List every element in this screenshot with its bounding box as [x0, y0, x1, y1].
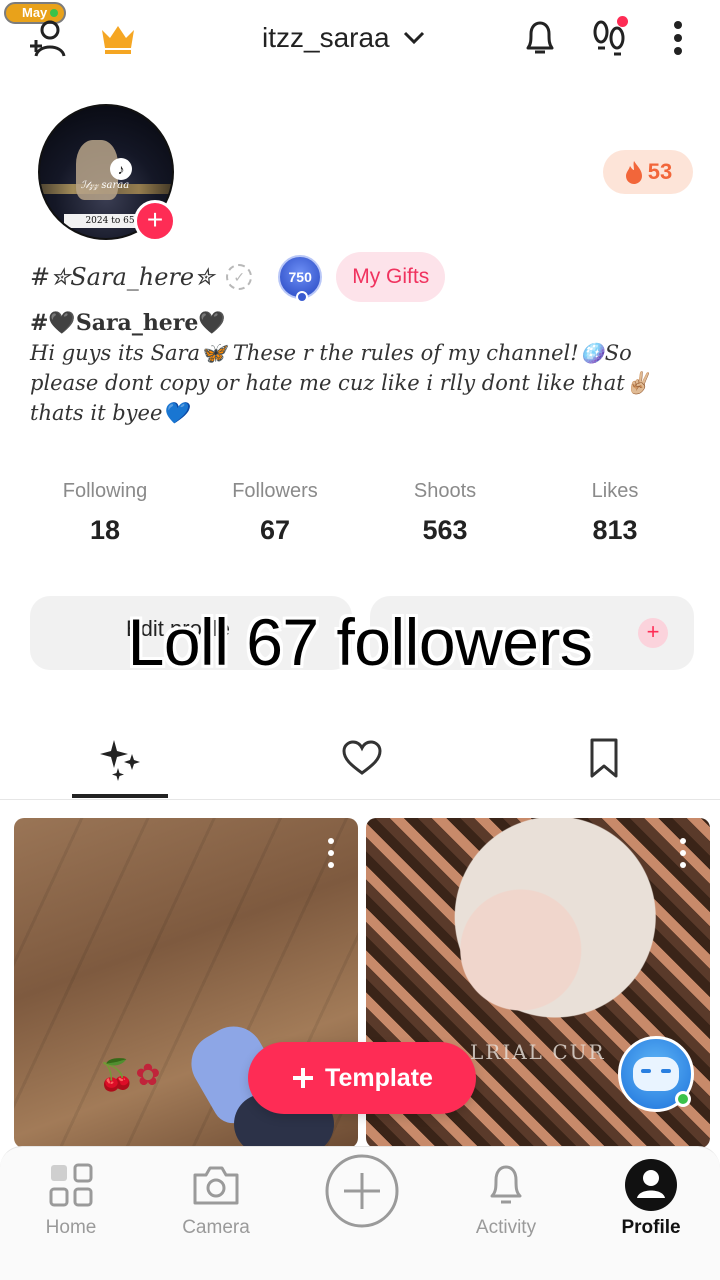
footprints-icon[interactable]: [586, 14, 634, 62]
online-dot: [675, 1091, 691, 1107]
nav-label: Camera: [182, 1217, 250, 1238]
stats-row: Following 18 Followers 67 Shoots 563 Lik…: [20, 480, 700, 560]
tab-liked[interactable]: [314, 728, 410, 788]
notification-dot: [617, 16, 628, 27]
stat-label: Shoots: [413, 480, 477, 502]
stat-value: 813: [592, 515, 638, 545]
cherry-sticker-icon: 🍒✿: [98, 1059, 161, 1092]
flame-icon: [625, 161, 642, 184]
my-gifts-button[interactable]: My Gifts: [336, 252, 446, 302]
plus-circle-icon: [325, 1154, 399, 1228]
nav-label: Activity: [475, 1217, 537, 1238]
stat-label: Following: [62, 480, 148, 502]
nickname: #✮Sara_here✮: [30, 263, 215, 291]
add-story-button[interactable]: +: [134, 200, 176, 242]
stat-value: 563: [422, 515, 468, 545]
username: itzz_saraa: [262, 22, 390, 53]
stat-likes[interactable]: Likes 813: [530, 480, 700, 560]
grid-icon: [49, 1163, 93, 1207]
bio-text: Hi guys its Sara🦋 These r the rules of m…: [30, 341, 651, 425]
nav-label: Home: [45, 1217, 97, 1238]
level-badge[interactable]: 750: [278, 255, 323, 303]
nav-camera[interactable]: Camera: [156, 1157, 276, 1247]
template-button[interactable]: Template: [248, 1042, 476, 1114]
thumbnail-text: LRIAL CUR: [470, 1040, 606, 1064]
chevron-down-icon: [403, 31, 424, 45]
profile-screen: May itzz_saraa ♪ ℐ𝓉𝓏𝓏 saraa 2024 to 65 +…: [0, 0, 720, 1280]
crown-icon[interactable]: [94, 14, 142, 62]
template-label: Template: [325, 1063, 433, 1092]
streak-count: 53: [647, 159, 673, 184]
nav-home[interactable]: Home: [11, 1157, 131, 1247]
stat-label: Likes: [591, 480, 639, 502]
nav-activity[interactable]: Activity: [446, 1157, 566, 1247]
stat-shoots[interactable]: Shoots 563: [360, 480, 530, 560]
more-vertical-icon[interactable]: [328, 838, 334, 868]
bot-face: [633, 1057, 679, 1091]
tab-posts[interactable]: [72, 728, 168, 788]
avatar-name-text: ℐ𝓉𝓏𝓏 saraa: [80, 180, 130, 191]
account-switcher[interactable]: itzz_saraa: [262, 18, 426, 58]
camera-icon: [193, 1166, 239, 1205]
stat-followers[interactable]: Followers 67: [190, 480, 360, 560]
bio: #🖤Sara_here🖤 Hi guys its Sara🦋 These r t…: [30, 310, 670, 428]
verify-check-icon[interactable]: ✓: [226, 264, 253, 290]
more-vertical-icon[interactable]: [680, 838, 686, 868]
profile-icon: [625, 1159, 677, 1211]
add-friend-icon[interactable]: [24, 14, 72, 62]
stat-following[interactable]: Following 18: [20, 480, 190, 560]
music-note-icon: ♪: [110, 158, 132, 180]
video-caption-overlay: Loll 67 followers: [127, 605, 593, 679]
top-bar: May itzz_saraa: [0, 0, 720, 80]
sparkles-icon: [100, 740, 140, 781]
bell-icon: [490, 1165, 522, 1204]
bottom-nav: Home Camera Activity Profile: [0, 1146, 720, 1280]
nickname-row: #✮Sara_here✮ ✓ 750 My Gifts: [30, 252, 446, 303]
level-value: 750: [288, 269, 312, 285]
plus-icon: [293, 1068, 314, 1088]
stat-value: 18: [89, 515, 121, 545]
active-tab-indicator: [72, 794, 168, 798]
nav-profile[interactable]: Profile: [591, 1157, 711, 1247]
content-tabs: [0, 720, 720, 800]
bookmark-icon: [590, 738, 618, 778]
streak-badge[interactable]: 53: [603, 150, 693, 194]
tab-saved[interactable]: [556, 728, 652, 788]
bell-icon[interactable]: [516, 14, 564, 62]
nav-label: Profile: [621, 1217, 681, 1238]
heart-icon: [342, 740, 382, 775]
more-menu-icon[interactable]: [654, 14, 702, 62]
assistant-bot-icon[interactable]: [618, 1036, 694, 1112]
nav-create[interactable]: [302, 1151, 422, 1241]
stat-value: 67: [259, 515, 291, 545]
bio-title: #🖤Sara_here🖤: [30, 310, 226, 336]
stat-label: Followers: [232, 480, 318, 502]
